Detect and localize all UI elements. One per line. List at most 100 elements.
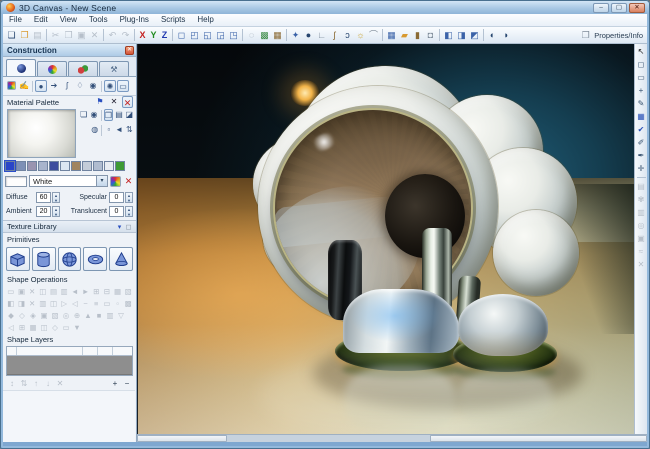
ungroup-icon[interactable]: ▦ — [271, 29, 284, 42]
layout-left-icon[interactable]: ◧ — [442, 29, 455, 42]
bulb-icon[interactable]: ♢ — [74, 80, 86, 92]
settings-gear-icon[interactable]: ✺ — [104, 80, 116, 92]
expand-triangle-icon[interactable]: ▾ — [115, 223, 124, 231]
texture-library-header[interactable]: Texture Library ▾ ◻ — [3, 220, 136, 233]
add-point-icon[interactable]: + — [636, 85, 647, 96]
specular-spinner[interactable]: ▴▾ — [125, 192, 133, 203]
list-view-icon[interactable]: ▤ — [114, 109, 123, 121]
texture-swatch[interactable] — [104, 161, 114, 171]
ambient-value[interactable]: 20 — [36, 206, 51, 217]
undo-icon[interactable]: ↶ — [106, 29, 119, 42]
texture-swatch[interactable] — [16, 161, 26, 171]
close-button[interactable]: ✕ — [629, 3, 645, 13]
layer-add-icon[interactable]: + — [110, 379, 120, 388]
layout-quad-icon[interactable]: ◩ — [468, 29, 481, 42]
curve-tool-icon[interactable]: ⌒ — [367, 29, 380, 42]
menu-plugins[interactable]: Plug-Ins — [114, 14, 155, 26]
new-material-icon[interactable]: ❏ — [79, 109, 88, 121]
paint-palette-icon[interactable] — [5, 80, 17, 92]
primitive-sphere-button[interactable] — [58, 247, 82, 271]
rect-select-icon[interactable]: ▭ — [636, 72, 647, 83]
layer-move-icon[interactable]: ↕ — [7, 379, 17, 388]
tab-tools[interactable]: ⚒ — [99, 61, 129, 76]
new-scene-icon[interactable]: ❏ — [5, 29, 18, 42]
material-preview-sphere[interactable] — [7, 109, 76, 158]
sphere-tool-icon[interactable]: ● — [35, 80, 47, 92]
construction-panel-titlebar[interactable]: Construction ✕ — [3, 44, 136, 57]
library-box-icon[interactable]: ◻ — [124, 223, 133, 231]
paint-check-icon[interactable]: ✔ — [636, 124, 647, 135]
eraser-icon[interactable]: ▰ — [398, 29, 411, 42]
scrollbar-thumb[interactable] — [430, 435, 647, 442]
image-icon[interactable]: ▦ — [385, 29, 398, 42]
texture-swatch[interactable] — [27, 161, 37, 171]
shape-layers-table[interactable] — [6, 346, 133, 376]
layer-remove-icon[interactable]: − — [122, 379, 132, 388]
title-bar[interactable]: 3D Canvas - New Scene – ▢ ✕ — [1, 1, 649, 14]
ibar-icon[interactable]: ▮ — [411, 29, 424, 42]
axis-y-toggle[interactable]: Y — [148, 30, 159, 40]
ambient-spinner[interactable]: ▴▾ — [52, 206, 60, 217]
translucent-spinner[interactable]: ▴▾ — [125, 206, 133, 217]
texture-swatch[interactable] — [82, 161, 92, 171]
menu-scripts[interactable]: Scripts — [155, 14, 191, 26]
texture-swatch[interactable] — [5, 161, 15, 171]
diffuse-spinner[interactable]: ▴▾ — [52, 192, 60, 203]
light-icon[interactable]: ☼ — [354, 29, 367, 42]
remove-color-icon[interactable]: ✕ — [123, 176, 134, 187]
horizontal-scrollbar[interactable] — [137, 434, 647, 442]
texture-swatch[interactable] — [60, 161, 70, 171]
animation-icon[interactable]: ✦ — [289, 29, 302, 42]
shape-layer-row[interactable] — [7, 356, 132, 375]
orb-mode-icon[interactable]: ◍ — [90, 124, 99, 136]
render-mode-b-icon[interactable]: ◑ — [499, 29, 512, 42]
texture-swatch[interactable] — [71, 161, 81, 171]
material-color-select[interactable]: White ▾ — [29, 175, 108, 187]
paste-icon[interactable]: ▣ — [75, 29, 88, 42]
cut-icon[interactable]: ✂ — [49, 29, 62, 42]
minimize-button[interactable]: – — [593, 3, 609, 13]
clear-material-icon[interactable]: ✕ — [108, 96, 120, 108]
texture-paint-icon[interactable]: ▦ — [636, 111, 647, 122]
delete-material-icon[interactable]: ✕ — [122, 96, 133, 108]
tab-scene[interactable] — [6, 59, 36, 76]
scrollbar-segment[interactable] — [137, 435, 227, 442]
hand-paint-icon[interactable]: ✍ — [18, 80, 30, 92]
texture-swatch[interactable] — [49, 161, 59, 171]
filter-flag-icon[interactable]: ⚑ — [94, 96, 106, 108]
layer-raise-icon[interactable]: ↑ — [31, 379, 41, 388]
redo-icon[interactable]: ↷ — [119, 29, 132, 42]
export-shape-icon[interactable]: ➔ — [48, 80, 60, 92]
save-icon[interactable]: ▤ — [31, 29, 44, 42]
menu-tools[interactable]: Tools — [83, 14, 114, 26]
select-edge-icon[interactable]: ◱ — [201, 29, 214, 42]
render-sphere-icon[interactable]: ● — [302, 29, 315, 42]
maximize-button[interactable]: ▢ — [611, 3, 627, 13]
select-cursor-icon[interactable]: ↖ — [636, 46, 647, 57]
open-file-icon[interactable]: ❐ — [18, 29, 31, 42]
eyedropper-icon[interactable]: ✒ — [636, 150, 647, 161]
bone-tool-icon[interactable]: ʃ — [328, 29, 341, 42]
mini-box-icon[interactable]: ▫ — [104, 124, 113, 136]
layout-right-icon[interactable]: ◨ — [455, 29, 468, 42]
color-picker-icon[interactable] — [110, 176, 121, 187]
dropdown-arrow-icon[interactable]: ▾ — [96, 176, 107, 186]
group-icon[interactable]: ▩ — [258, 29, 271, 42]
axis-z-toggle[interactable]: Z — [159, 30, 170, 40]
bone-icon[interactable]: ʃ — [61, 80, 73, 92]
pencil-tool-icon[interactable]: ✎ — [636, 98, 647, 109]
menu-view[interactable]: View — [54, 14, 83, 26]
camera-paint-icon[interactable]: ◉ — [87, 80, 99, 92]
diffuse-value[interactable]: 60 — [36, 192, 51, 203]
primitive-torus-button[interactable] — [83, 247, 107, 271]
select-point-icon[interactable]: ◲ — [214, 29, 227, 42]
box-select-icon[interactable]: ▭ — [117, 80, 129, 92]
texture-swatch[interactable] — [115, 161, 125, 171]
select-mode-icon[interactable]: ◻ — [175, 29, 188, 42]
tab-colors[interactable] — [37, 61, 67, 76]
mirror-icon[interactable]: ◄ — [114, 124, 123, 136]
specular-value[interactable]: 0 — [109, 192, 124, 203]
hook-tool-icon[interactable]: ↄ — [341, 29, 354, 42]
stack-view-icon[interactable]: ❒ — [104, 109, 114, 121]
axis-x-toggle[interactable]: X — [137, 30, 148, 40]
